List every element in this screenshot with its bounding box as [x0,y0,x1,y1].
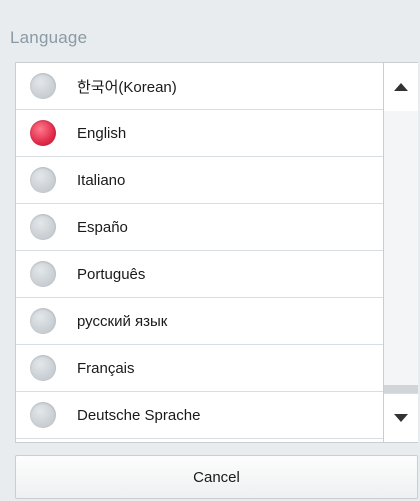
radio-button[interactable] [30,261,56,287]
radio-button[interactable] [30,308,56,334]
language-label: Deutsche Sprache [77,406,201,424]
cancel-button[interactable]: Cancel [15,455,418,499]
list-scrollbar[interactable] [383,63,418,442]
radio-button[interactable] [30,120,56,146]
language-option[interactable]: Português [16,251,383,298]
language-list[interactable]: 한국어(Korean) English Italiano Españo Port… [16,63,383,442]
language-label: Français [77,359,135,377]
dialog-title: Language [10,28,88,47]
language-dialog: Language 한국어(Korean) English Italiano Es… [0,0,420,501]
scroll-up-button[interactable] [384,63,418,112]
language-label: 한국어(Korean) [77,78,177,96]
language-label: Españo [77,218,128,236]
language-label: English [77,124,127,142]
radio-button[interactable] [30,73,56,99]
language-option[interactable]: Españo [16,204,383,251]
scroll-down-button[interactable] [384,393,418,442]
triangle-up-icon [394,83,408,91]
radio-button[interactable] [30,355,56,381]
language-list-frame: 한국어(Korean) English Italiano Españo Port… [15,62,418,443]
radio-button[interactable] [30,167,56,193]
language-option[interactable]: English [16,110,383,157]
language-option[interactable]: Italiano [16,157,383,204]
radio-button[interactable] [30,214,56,240]
language-option[interactable]: русский язык [16,298,383,345]
scroll-track[interactable] [384,111,418,442]
radio-button[interactable] [30,402,56,428]
language-label: Italiano [77,171,126,189]
language-option[interactable]: 한국어(Korean) [16,63,383,110]
language-option[interactable]: Deutsche Sprache [16,392,383,439]
language-option[interactable]: Français [16,345,383,392]
language-label: русский язык [77,312,168,330]
language-label: Português [77,265,146,283]
triangle-down-icon [394,414,408,422]
